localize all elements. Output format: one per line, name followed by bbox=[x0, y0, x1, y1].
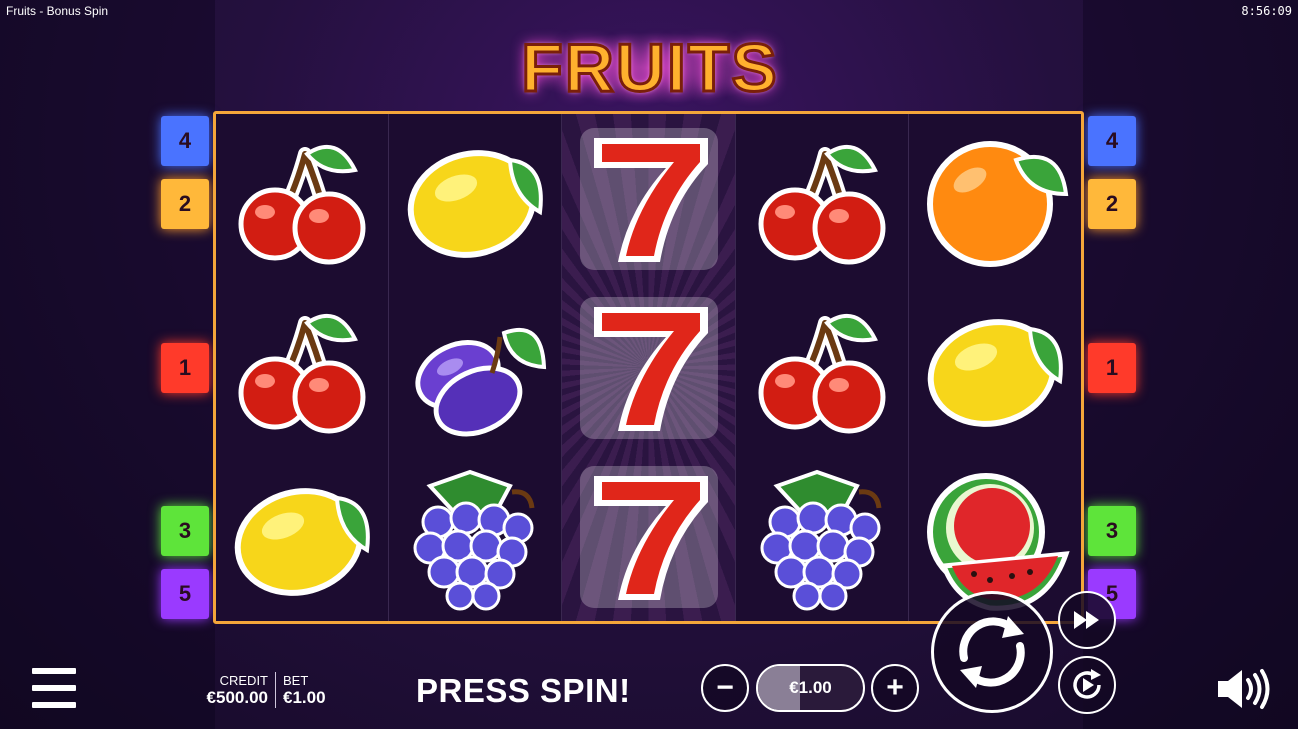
cherry-symbol bbox=[216, 283, 388, 452]
bet-selector-value: €1.00 bbox=[789, 678, 832, 697]
orange-icon bbox=[926, 140, 1069, 267]
seven-symbol bbox=[562, 283, 734, 452]
payline-left-4: 4 bbox=[161, 116, 209, 166]
spin-button[interactable] bbox=[931, 591, 1053, 713]
top-bar: Fruits - Bonus Spin 8:56:09 bbox=[0, 0, 1298, 22]
seven-symbol bbox=[562, 114, 734, 283]
grapes-icon bbox=[760, 469, 882, 610]
seven-icon bbox=[579, 465, 718, 608]
credit-display: CREDIT €500.00 bbox=[188, 674, 268, 708]
plum-symbol bbox=[389, 283, 561, 452]
seven-icon bbox=[579, 127, 718, 270]
plum-icon bbox=[415, 327, 547, 436]
status-message: PRESS SPIN! bbox=[416, 672, 631, 709]
payline-right-4: 4 bbox=[1088, 116, 1136, 166]
lemon-icon bbox=[408, 149, 544, 258]
decrease-bet-button[interactable]: − bbox=[701, 664, 749, 712]
credit-label: CREDIT bbox=[219, 673, 268, 688]
payline-left-2: 2 bbox=[161, 179, 209, 229]
cherry-symbol bbox=[736, 114, 908, 283]
payline-right-2: 2 bbox=[1088, 179, 1136, 229]
bet-selector[interactable]: €1.00 bbox=[756, 664, 865, 712]
cherry-icon bbox=[238, 313, 366, 433]
seven-icon bbox=[579, 296, 718, 439]
clock: 8:56:09 bbox=[1241, 4, 1292, 18]
credit-value: €500.00 bbox=[206, 688, 268, 707]
reel-grid bbox=[213, 111, 1084, 624]
autoplay-icon bbox=[1073, 669, 1101, 699]
cherry-symbol bbox=[216, 114, 388, 283]
menu-icon bbox=[32, 668, 76, 674]
payline-right-3: 3 bbox=[1088, 506, 1136, 556]
cherry-icon bbox=[758, 144, 886, 264]
payline-left-1: 1 bbox=[161, 343, 209, 393]
menu-button[interactable] bbox=[32, 666, 76, 710]
bet-value: €1.00 bbox=[283, 688, 326, 707]
payline-left-3: 3 bbox=[161, 506, 209, 556]
grapes-icon bbox=[413, 469, 535, 610]
reel-2 bbox=[389, 114, 563, 621]
lemon-symbol bbox=[216, 452, 388, 621]
lemon-icon bbox=[927, 318, 1063, 427]
autoplay-button[interactable] bbox=[1058, 656, 1116, 714]
lemon-icon bbox=[234, 487, 370, 596]
grapes-symbol bbox=[736, 452, 908, 621]
cherry-icon bbox=[758, 313, 886, 433]
credit-bet-divider bbox=[275, 672, 276, 708]
seven-symbol bbox=[562, 452, 734, 621]
payline-right-1: 1 bbox=[1088, 343, 1136, 393]
bet-display: BET €1.00 bbox=[283, 674, 326, 708]
logo-text: FRUITS bbox=[520, 29, 779, 108]
minus-icon: − bbox=[716, 671, 734, 704]
lemon-symbol bbox=[389, 114, 561, 283]
lemon-symbol bbox=[909, 283, 1081, 452]
plus-icon: + bbox=[886, 671, 904, 704]
spin-arrows-icon bbox=[959, 616, 1025, 688]
reel-4 bbox=[736, 114, 909, 621]
game-logo: FRUITS bbox=[505, 26, 795, 110]
cherry-icon bbox=[238, 144, 366, 264]
orange-symbol bbox=[909, 114, 1081, 283]
watermelon-icon bbox=[926, 472, 1070, 611]
payline-left-5: 5 bbox=[161, 569, 209, 619]
grapes-symbol bbox=[389, 452, 561, 621]
reel-3 bbox=[562, 114, 736, 621]
fast-forward-button[interactable] bbox=[1058, 591, 1116, 649]
speaker-icon bbox=[1218, 669, 1270, 709]
fast-forward-icon bbox=[1074, 611, 1099, 629]
reel-1 bbox=[216, 114, 390, 621]
cherry-symbol bbox=[736, 283, 908, 452]
window-title: Fruits - Bonus Spin bbox=[6, 4, 109, 18]
reel-5 bbox=[909, 114, 1081, 621]
increase-bet-button[interactable]: + bbox=[871, 664, 919, 712]
bet-label: BET bbox=[283, 673, 309, 688]
sound-button[interactable] bbox=[1214, 666, 1272, 712]
